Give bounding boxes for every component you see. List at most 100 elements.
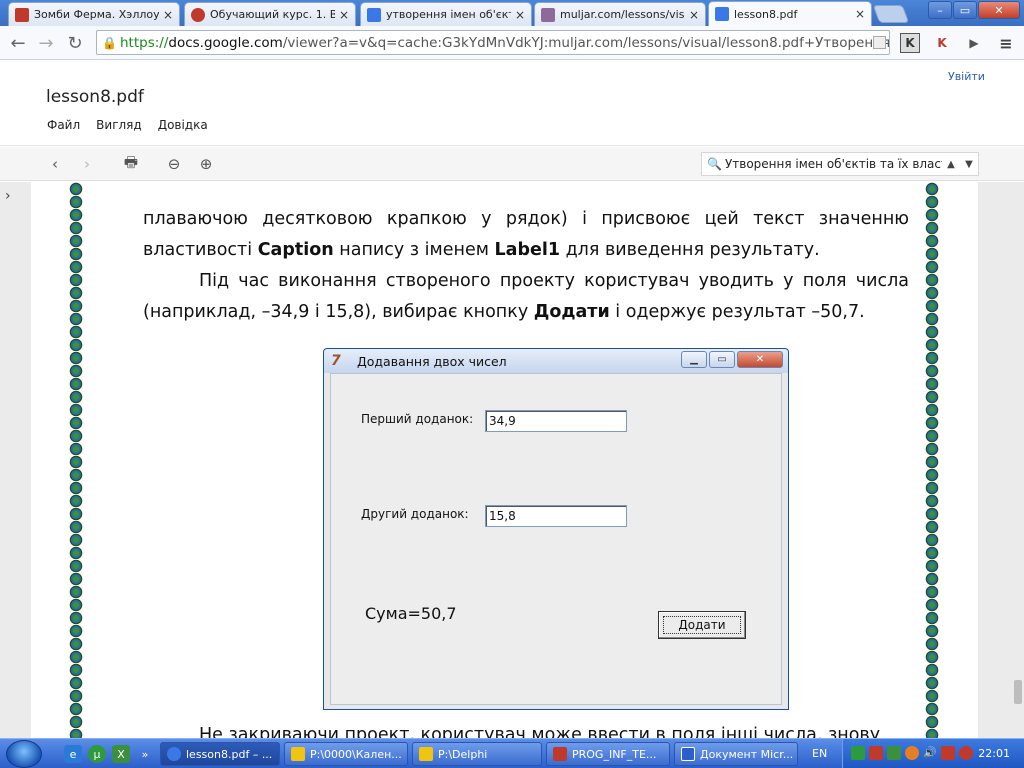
delphi-app-icon: 7 [331,353,341,369]
paragraph-caption: плаваючою десятковою крапкою у рядок) і … [143,209,909,260]
back-icon[interactable]: ← [6,31,30,55]
forward-icon[interactable]: → [34,31,58,55]
muljar-favicon-icon [541,7,555,22]
menu-view[interactable]: Вигляд [96,118,142,132]
previous-page-icon[interactable]: ‹ [44,153,66,175]
task-word-document[interactable]: Документ Micr... [674,742,798,766]
window-controls: – ▭ ✕ [928,1,1020,19]
tab-label: утворення імен об'єкті [386,8,511,21]
search-next-icon[interactable]: ▼ [960,159,978,170]
pdf-icon [553,747,567,761]
ati-icon[interactable] [941,746,955,760]
tab-muljar[interactable]: muljar.com/lessons/visu × [534,2,706,26]
utorrent-icon[interactable]: µ [88,745,106,763]
extension-play-icon[interactable]: ▶ [964,33,984,53]
paragraph-continue: Не закриваючи проект, користувач може вв… [199,725,881,738]
menu-file[interactable]: Файл [47,118,80,132]
form-title: Додавання двох чисел [357,354,507,369]
delphi-form-image: 7 Додавання двох чисел ▁ ▭ ✕ Перший дода… [323,348,789,710]
folder-icon [291,747,305,761]
task-calendar-folder[interactable]: P:\0000\Кален... [284,742,408,766]
google-favicon-icon [367,7,381,22]
page-border-decoration-left [69,182,83,738]
form-titlebar: 7 Додавання двох чисел ▁ ▭ ✕ [324,349,788,373]
extension-red-icon[interactable]: K [932,33,952,53]
tab-label: Зомби Ферма. Хэллоуин [34,8,159,21]
start-button[interactable] [6,740,42,768]
security-icon[interactable] [887,746,901,760]
form-minimize-icon: ▁ [681,351,707,368]
close-icon[interactable]: × [689,8,699,22]
next-page-icon[interactable]: › [76,153,98,175]
page-action-icon[interactable] [873,36,886,49]
close-icon[interactable]: × [339,8,349,22]
language-indicator[interactable]: EN [812,747,827,760]
form-maximize-icon: ▭ [709,351,735,368]
close-icon[interactable]: × [855,7,865,21]
tab-label: muljar.com/lessons/visu [560,8,685,21]
chrome-icon [167,747,181,761]
search-in-document-field[interactable]: 🔍 Утворення імен об'єктів та їх власти ▲… [701,152,979,176]
windows-taskbar: e µ X » lesson8.pdf – ... P:\0000\Кален.… [0,738,1024,768]
document-viewport[interactable]: › плаваючою десятковою крапкою у рядок) … [0,182,1024,738]
folder-icon [419,747,433,761]
reload-icon[interactable]: ↻ [63,31,87,55]
sum-label: Сума=50,7 [365,604,457,623]
system-tray: 🔊 22:01 [842,739,1024,768]
bank-favicon-icon [191,7,205,22]
task-delphi-folder[interactable]: P:\Delphi [412,742,542,766]
tab-label: Обучающий курс. 1. Ви [210,8,335,21]
volume-icon[interactable]: 🔊 [923,746,937,760]
menu-icon[interactable]: ≡ [996,33,1016,53]
docs-menu-bar: Файл Вигляд Довідка [47,118,208,132]
tab-google-search[interactable]: утворення імен об'єкті × [360,2,532,26]
task-prog-inf[interactable]: PROG_INF_TE... [546,742,670,766]
docs-favicon-icon [715,7,729,21]
document-title: lesson8.pdf [46,87,144,107]
extension-k-icon[interactable]: K [900,33,920,53]
first-addend-label: Перший доданок: [361,412,474,426]
close-icon[interactable]: × [515,8,525,22]
maximize-button[interactable]: ▭ [953,1,977,19]
tab-lesson8-pdf[interactable]: lesson8.pdf × [708,1,872,26]
ie-icon[interactable]: e [64,745,82,763]
tab-label: lesson8.pdf [734,7,798,21]
url-scheme: https:// [120,34,169,51]
sidebar-toggle-icon[interactable]: › [5,188,11,204]
pdf-page: плаваючою десятковою крапкою у рядок) і … [31,182,978,738]
network-icon[interactable] [851,746,865,760]
print-icon[interactable]: 🖶 [120,153,142,175]
antivirus-icon[interactable] [869,746,883,760]
menu-help[interactable]: Довідка [158,118,208,132]
zoom-in-icon[interactable]: ⊕ [195,153,217,175]
close-icon[interactable]: × [163,8,173,22]
form-client-area: Перший доданок: 34,9 Другий доданок: 15,… [330,373,782,705]
minimize-button[interactable]: – [928,1,952,19]
tab-zombie-farm[interactable]: Зомби Ферма. Хэллоуин × [8,2,180,26]
zombie-farm-favicon-icon [15,7,29,22]
close-window-button[interactable]: ✕ [978,1,1020,19]
signin-link[interactable]: Увійти [948,70,985,83]
quicklaunch-more-icon[interactable]: » [136,745,154,763]
vertical-scrollbar[interactable] [1012,182,1024,738]
word-icon [681,747,695,761]
update-icon[interactable] [959,746,973,760]
docs-header: lesson8.pdf Увійти Файл Вигляд Довідка [0,60,1024,146]
search-previous-icon[interactable]: ▲ [942,159,960,170]
zoom-out-icon[interactable]: ⊖ [163,153,185,175]
agent-icon[interactable] [905,746,919,760]
tab-training-course[interactable]: Обучающий курс. 1. Ви × [184,2,356,26]
clock[interactable]: 22:01 [978,747,1010,760]
scrollbar-thumb[interactable] [1014,680,1022,704]
excel-icon[interactable]: X [112,745,130,763]
url-host: docs.google.com [168,34,283,51]
search-in-document-text: Утворення імен об'єктів та їх власти [724,157,942,171]
address-bar[interactable]: 🔒 https:// docs.google.com /viewer?a=v&q… [96,30,890,55]
browser-tab-strip: Зомби Ферма. Хэллоуин × Обучающий курс. … [0,0,1024,26]
second-addend-label: Другий доданок: [361,507,469,521]
new-tab-button[interactable] [872,5,910,23]
page-border-decoration-right [925,182,939,738]
paragraph-run-project: Під час виконання створеного проекту кор… [143,271,909,322]
task-lesson8-pdf[interactable]: lesson8.pdf – ... [160,742,280,766]
viewer-toolbar: ‹ › 🖶 ⊖ ⊕ 🔍 Утворення імен об'єктів та ї… [0,147,1024,181]
